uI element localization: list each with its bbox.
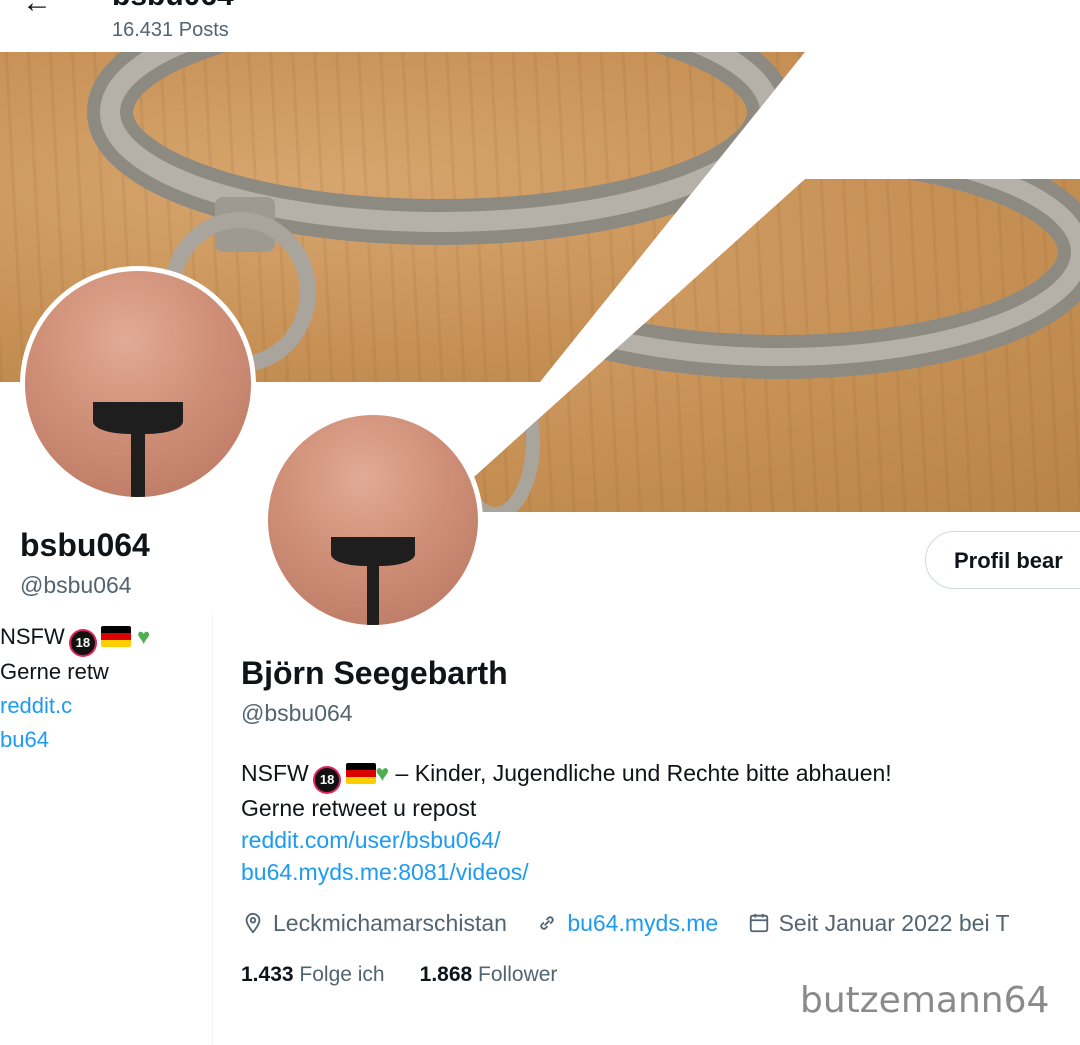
avatar-copy: [263, 410, 483, 630]
left-link-videos[interactable]: bu64: [0, 723, 200, 757]
location-pin-icon: [241, 910, 265, 937]
green-heart-icon: ♥: [375, 760, 390, 786]
link-icon: [535, 910, 559, 937]
left-bio-line2: Gerne retw: [0, 659, 109, 684]
followers-link[interactable]: 1.868 Follower: [420, 963, 558, 986]
followers-count: 1.868: [419, 963, 473, 986]
website-link[interactable]: bu64.myds.me: [567, 910, 718, 936]
divider: [212, 615, 213, 1045]
joined-date: Seit Januar 2022 bei T: [778, 910, 1010, 936]
profile-meta: Leckmichamarschistan bu64.myds.me Seit J…: [241, 910, 1032, 937]
header-post-count: 16.431 Posts: [112, 19, 229, 41]
bio: NSFW 18 ♥ – Kinder, Jugendliche und Rech…: [241, 757, 1071, 888]
bio-link-reddit[interactable]: reddit.com/user/bsbu064/: [241, 824, 1071, 856]
bio-link-videos[interactable]: bu64.myds.me:8081/videos/: [241, 856, 1071, 888]
age-18-icon: 18: [315, 768, 340, 792]
following-count: 1.433: [241, 963, 294, 986]
bio-nsfw: NSFW: [241, 760, 309, 786]
follow-stats: 1.433 Folge ich 1.868 Follower: [241, 963, 557, 987]
followers-label: Follower: [478, 963, 558, 986]
display-name: Björn Seegebarth: [241, 655, 508, 691]
left-display-name: bsbu064: [20, 527, 150, 563]
germany-flag-icon: [101, 626, 132, 647]
green-heart-icon: ♥: [137, 624, 151, 649]
header-title: bsbu064: [112, 0, 234, 12]
bio-line2: Gerne retweet u repost: [241, 795, 477, 821]
left-bio-nsfw: NSFW: [0, 624, 65, 649]
avatar[interactable]: [20, 266, 256, 502]
left-link-reddit[interactable]: reddit.c: [0, 689, 200, 723]
left-bio: NSFW 18 ♥ Gerne retw reddit.c bu64: [0, 620, 200, 820]
profile-header: ← bsbu064 16.431 Posts: [0, 0, 1080, 52]
left-handle: @bsbu064: [20, 572, 132, 598]
calendar-icon: [747, 910, 771, 937]
location-text: Leckmichamarschistan: [273, 910, 507, 936]
age-18-icon: 18: [70, 631, 95, 655]
watermark: butzemann64: [800, 980, 1050, 1021]
arrow-left-icon[interactable]: ←: [22, 0, 52, 18]
edit-profile-button[interactable]: Profil bear: [925, 531, 1080, 589]
following-link[interactable]: 1.433 Folge ich: [241, 963, 385, 986]
user-handle: @bsbu064: [241, 700, 353, 726]
germany-flag-icon: [345, 763, 376, 784]
following-label: Folge ich: [299, 963, 385, 986]
bio-text: – Kinder, Jugendliche und Rechte bitte a…: [395, 760, 892, 786]
